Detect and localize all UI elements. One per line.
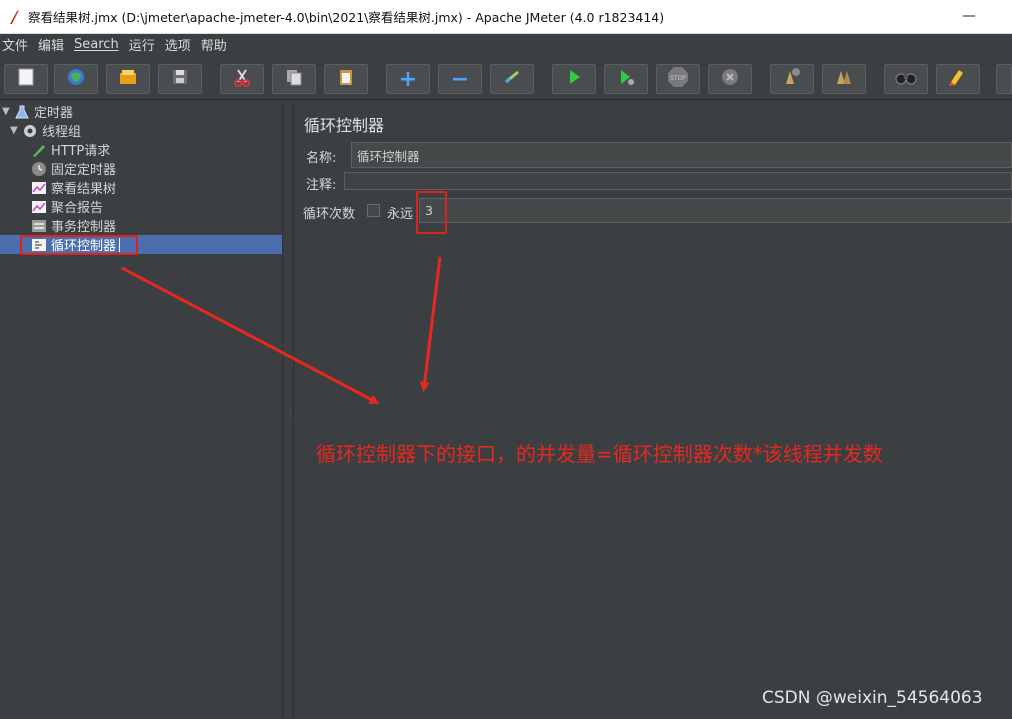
window-title: 察看结果树.jmx (D:\jmeter\apache-jmeter-4.0\b… — [28, 10, 665, 25]
start-no-pause-icon — [616, 67, 636, 91]
panel-title: 循环控制器 — [304, 116, 385, 135]
tree-node-label: 聚合报告 — [51, 201, 104, 216]
open-button[interactable] — [106, 64, 150, 94]
split-pane-divider[interactable]: ⋮ — [282, 100, 294, 719]
menu-run[interactable]: 运行 — [127, 35, 161, 54]
tree-node-label: 事务控制器 — [51, 220, 117, 235]
toggle-button[interactable] — [490, 64, 534, 94]
new-icon — [16, 67, 36, 91]
annotation-text: 循环控制器下的接口，的并发量=循环控制器次数*该线程并发数 — [316, 442, 883, 466]
expand-icon: + — [398, 66, 418, 92]
expand-toggle-icon[interactable]: ▼ — [10, 125, 20, 136]
tree-node-label: 察看结果树 — [51, 182, 117, 197]
clear-button[interactable] — [770, 64, 814, 94]
minimize-button[interactable]: — — [962, 8, 976, 24]
timer-icon — [31, 161, 47, 177]
loop-controller-panel: 循环控制器 — [294, 100, 1012, 719]
tree-node-label: 固定定时器 — [51, 163, 117, 178]
tree-node-http-request[interactable]: HTTP请求 — [31, 140, 110, 159]
gear-icon — [22, 123, 38, 139]
toolbar-overflow[interactable] — [996, 64, 1012, 94]
test-plan-icon — [14, 104, 30, 120]
start-no-pauses-button[interactable] — [604, 64, 648, 94]
stop-button[interactable]: STOP — [656, 64, 700, 94]
collapse-all-button[interactable]: − — [438, 64, 482, 94]
collapse-icon: − — [450, 66, 470, 92]
cut-button[interactable] — [220, 64, 264, 94]
menu-help[interactable]: 帮助 — [199, 35, 233, 54]
paste-button[interactable] — [324, 64, 368, 94]
forever-label: 永远 — [387, 207, 414, 222]
copy-icon — [284, 67, 304, 91]
clear-all-icon — [833, 66, 855, 92]
templates-button[interactable] — [54, 64, 98, 94]
reset-search-icon — [947, 66, 969, 92]
clear-icon — [781, 66, 803, 92]
save-button[interactable] — [158, 64, 202, 94]
cut-icon — [232, 67, 252, 91]
expand-toggle-icon[interactable]: ▼ — [2, 106, 12, 117]
shutdown-button[interactable] — [708, 64, 752, 94]
stop-icon: STOP — [666, 65, 690, 93]
window-title-bar: 察看结果树.jmx (D:\jmeter\apache-jmeter-4.0\b… — [0, 0, 1012, 34]
templates-icon — [65, 66, 87, 92]
listener-chart-icon — [31, 180, 47, 196]
shutdown-icon — [720, 67, 740, 91]
toggle-icon — [502, 67, 522, 91]
csdn-watermark: CSDN @weixin_54564063 — [762, 688, 983, 708]
name-label: 名称: — [306, 151, 337, 166]
tree-node-label: 定时器 — [34, 106, 74, 121]
svg-text:STOP: STOP — [670, 75, 686, 82]
jmeter-feather-icon — [4, 7, 24, 27]
expand-all-button[interactable]: + — [386, 64, 430, 94]
forever-checkbox[interactable] — [367, 204, 380, 217]
tree-node-transaction-controller[interactable]: 事务控制器 — [31, 216, 116, 235]
tree-node-label: HTTP请求 — [51, 144, 111, 159]
tree-node-view-results-tree[interactable]: 察看结果树 — [31, 178, 116, 197]
new-button[interactable] — [4, 64, 48, 94]
search-button[interactable] — [884, 64, 928, 94]
start-button[interactable] — [552, 64, 596, 94]
toolbar: + − STOP — [0, 54, 1012, 100]
tree-node-aggregate-report[interactable]: 聚合报告 — [31, 197, 103, 216]
highlight-box-tree-node — [20, 235, 138, 255]
loop-count-field[interactable]: 3 — [419, 198, 1012, 223]
tree-node-label: 线程组 — [42, 125, 82, 140]
search-icon — [894, 67, 918, 91]
tree-node-test-plan[interactable]: ▼ 定时器 — [2, 102, 73, 121]
copy-button[interactable] — [272, 64, 316, 94]
menu-edit[interactable]: 编辑 — [36, 35, 70, 54]
open-icon — [117, 67, 139, 91]
clear-all-button[interactable] — [822, 64, 866, 94]
name-field[interactable]: 循环控制器 — [351, 142, 1012, 168]
tree-node-constant-timer[interactable]: 固定定时器 — [31, 159, 116, 178]
controller-icon — [31, 218, 47, 234]
menu-bar: 文件 编辑 Search 运行 选项 帮助 — [0, 34, 1012, 54]
start-icon — [564, 67, 584, 91]
menu-options[interactable]: 选项 — [163, 35, 197, 54]
highlight-box-loop-count — [416, 191, 447, 234]
comment-field[interactable] — [344, 172, 1012, 190]
comment-label: 注释: — [306, 178, 337, 193]
save-icon — [170, 67, 190, 91]
drag-handle-icon: ⋮ — [286, 409, 294, 418]
loop-count-label: 循环次数 — [303, 207, 356, 222]
tree-node-thread-group[interactable]: ▼ 线程组 — [10, 121, 81, 140]
listener-chart-icon — [31, 199, 47, 215]
menu-search[interactable]: Search — [72, 37, 125, 52]
menu-file[interactable]: 文件 — [0, 35, 34, 54]
reset-search-button[interactable] — [936, 64, 980, 94]
sampler-pen-icon — [31, 142, 47, 158]
paste-icon — [336, 67, 356, 91]
